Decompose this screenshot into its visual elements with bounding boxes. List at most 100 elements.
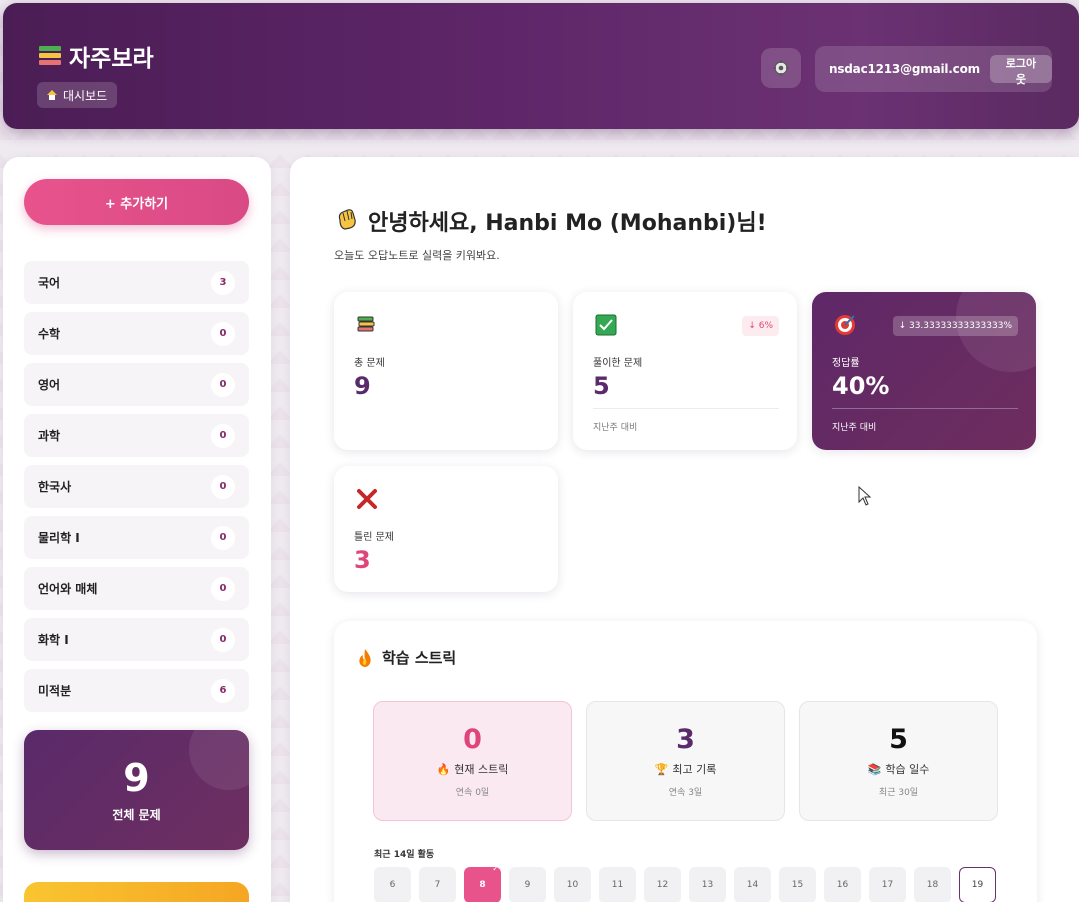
stat-value: 5: [593, 372, 610, 400]
subject-list: 국어 3 수학 0 영어 0 과학 0 한국사 0 물리학 I 0 언어와 매체 0 화학 I…: [24, 261, 249, 720]
total-label: 전체 문제: [112, 808, 161, 822]
gear-icon: [773, 60, 789, 76]
streak-current-label: 현재 스트릭: [454, 763, 509, 776]
subject-name: 한국사: [38, 480, 72, 494]
study-days-value: 5: [889, 724, 908, 755]
streak-current-card: 0 🔥 현재 스트릭 연속 0일: [373, 701, 572, 821]
subject-count: 0: [211, 372, 235, 397]
greeting: 안녕하세요, Hanbi Mo (Mohanbi)님!: [334, 205, 767, 237]
activity-day[interactable]: 18: [914, 867, 951, 902]
stat-label: 정답률: [832, 358, 860, 369]
stat-value: 9: [354, 372, 371, 400]
mouse-cursor-icon: [858, 486, 872, 506]
activity-day[interactable]: 10: [554, 867, 591, 902]
subject-count: 3: [211, 270, 235, 295]
recent-activity-days: 6 7 8 9 10 11 12 13 14 15 16 17 18 19: [374, 864, 996, 902]
fire-icon: [359, 648, 371, 667]
sidebar: + 추가하기 국어 3 수학 0 영어 0 과학 0 한국사 0 물리학 I 0 언어와 매…: [3, 157, 271, 902]
total-problems-card[interactable]: 9 전체 문제: [24, 730, 249, 850]
activity-day[interactable]: 16: [824, 867, 861, 902]
streak-best-sub: 연속 3일: [668, 788, 703, 798]
cross-mark-icon: [356, 488, 378, 510]
settings-button[interactable]: [761, 48, 801, 88]
activity-day[interactable]: 17: [869, 867, 906, 902]
subject-count: 0: [211, 627, 235, 652]
trophy-icon: 🏆: [654, 762, 669, 776]
stat-card-total[interactable]: 총 문제 9: [334, 292, 558, 450]
streak-current-sub: 연속 0일: [455, 788, 490, 798]
divider: [832, 408, 1018, 409]
stat-value: 3: [354, 546, 371, 574]
logout-button[interactable]: 로그아웃: [989, 55, 1052, 86]
stat-card-accuracy[interactable]: ↓ 33.33333333333333% 정답률 40% 지난주 대비: [812, 292, 1036, 450]
subject-count: 0: [211, 321, 235, 346]
greeting-text: 안녕하세요, Hanbi Mo (Mohanbi)님!: [368, 211, 767, 236]
study-days-label-row: 📚 학습 일수: [800, 761, 997, 777]
sidebar-item-chemistry-1[interactable]: 화학 I 0: [24, 618, 249, 661]
promo-card[interactable]: [24, 882, 249, 902]
subject-name: 영어: [38, 378, 61, 392]
breadcrumb[interactable]: 대시보드: [37, 82, 118, 108]
home-icon: [47, 90, 57, 100]
streak-title: 학습 스트릭: [356, 647, 456, 668]
sidebar-item-math[interactable]: 수학 0: [24, 312, 249, 355]
add-problem-button[interactable]: + 추가하기: [24, 179, 249, 225]
streak-title-text: 학습 스트릭: [382, 649, 457, 667]
activity-day[interactable]: 9: [509, 867, 546, 902]
stat-footer: 지난주 대비: [593, 423, 638, 433]
activity-day[interactable]: 7: [419, 867, 456, 902]
stat-footer: 지난주 대비: [832, 423, 877, 433]
greeting-subtitle: 오늘도 오답노트로 실력을 키워봐요.: [334, 249, 500, 262]
stat-card-solved[interactable]: ↓ 6% 풀이한 문제 5 지난주 대비: [573, 292, 797, 450]
subject-name: 국어: [38, 276, 61, 290]
target-icon: [834, 314, 856, 336]
sidebar-item-korean[interactable]: 국어 3: [24, 261, 249, 304]
activity-day[interactable]: 11: [599, 867, 636, 902]
subject-name: 언어와 매체: [38, 582, 98, 596]
activity-day[interactable]: 14: [734, 867, 771, 902]
subject-count: 0: [211, 423, 235, 448]
app-header: 자주보라 대시보드 nsdac1213@gmail.com 로그아웃: [3, 3, 1079, 129]
waving-hand-icon: [334, 206, 360, 236]
breadcrumb-label: 대시보드: [63, 88, 108, 103]
subject-name: 물리학 I: [38, 531, 80, 545]
books-icon: [356, 314, 378, 336]
streak-best-card: 3 🏆 최고 기록 연속 3일: [586, 701, 785, 821]
activity-day-today[interactable]: 19: [959, 867, 996, 902]
sidebar-item-korean-history[interactable]: 한국사 0: [24, 465, 249, 508]
subject-count: 0: [211, 525, 235, 550]
stat-card-wrong[interactable]: 틀린 문제 3: [334, 466, 558, 592]
user-email: nsdac1213@gmail.com: [829, 62, 980, 76]
activity-day-active[interactable]: 8: [464, 864, 501, 902]
subject-count: 6: [211, 678, 235, 703]
brand[interactable]: 자주보라: [39, 39, 154, 73]
streak-best-value: 3: [676, 724, 695, 755]
activity-day[interactable]: 6: [374, 867, 411, 902]
study-days-card: 5 📚 학습 일수 최근 30일: [799, 701, 998, 821]
subject-name: 화학 I: [38, 633, 69, 647]
fire-icon: 🔥: [436, 762, 451, 776]
sidebar-item-physics-1[interactable]: 물리학 I 0: [24, 516, 249, 559]
subject-name: 미적분: [38, 684, 72, 698]
sidebar-item-english[interactable]: 영어 0: [24, 363, 249, 406]
sidebar-item-science[interactable]: 과학 0: [24, 414, 249, 457]
app-title: 자주보라: [69, 46, 154, 72]
check-box-icon: [595, 314, 617, 336]
stat-label: 풀이한 문제: [593, 358, 643, 369]
sidebar-item-calculus[interactable]: 미적분 6: [24, 669, 249, 712]
subject-name: 수학: [38, 327, 61, 341]
streak-current-label-row: 🔥 현재 스트릭: [374, 761, 571, 777]
recent-activity-label: 최근 14일 활동: [374, 850, 435, 860]
divider: [593, 408, 779, 409]
sidebar-item-language-media[interactable]: 언어와 매체 0: [24, 567, 249, 610]
learning-streak-panel: 학습 스트릭 0 🔥 현재 스트릭 연속 0일 3 🏆 최고 기록 연속 3일 …: [334, 621, 1037, 902]
activity-day[interactable]: 13: [689, 867, 726, 902]
activity-day[interactable]: 15: [779, 867, 816, 902]
change-badge: ↓ 33.33333333333333%: [892, 316, 1018, 336]
streak-best-label: 최고 기록: [672, 763, 717, 776]
stat-label: 총 문제: [354, 358, 385, 369]
study-days-sub: 최근 30일: [878, 788, 919, 798]
streak-current-value: 0: [463, 724, 482, 755]
activity-day[interactable]: 12: [644, 867, 681, 902]
user-menu: nsdac1213@gmail.com 로그아웃: [815, 46, 1052, 92]
